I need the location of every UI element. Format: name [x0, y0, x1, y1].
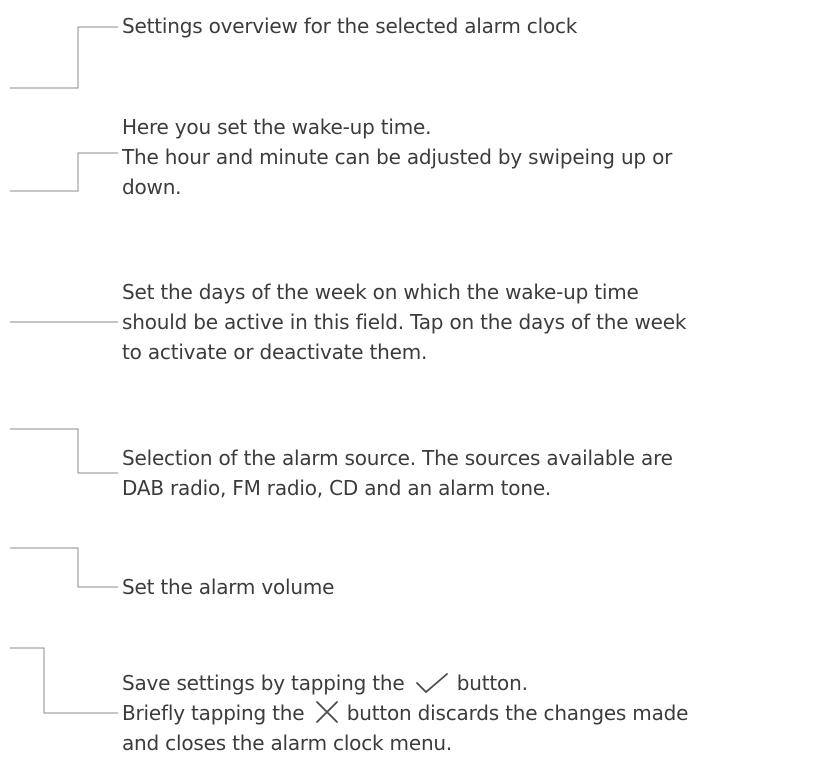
- leader-settings-overview: [10, 26, 118, 89]
- leader-alarm-source: [10, 428, 118, 474]
- note-line: Here you set the wake-up time.: [122, 115, 432, 139]
- note-line: should be active in this field. Tap on t…: [122, 310, 687, 334]
- note-line: down.: [122, 175, 182, 199]
- note-line: Settings overview for the selected alarm…: [122, 14, 578, 38]
- note-text: button.: [456, 671, 528, 695]
- note-line: to activate or deactivate them.: [122, 340, 428, 364]
- note-text: button discards the changes made: [346, 701, 689, 725]
- note-line: Set the days of the week on which the wa…: [122, 280, 639, 304]
- note-text: Briefly tapping the: [122, 701, 305, 725]
- leader-wake-up-time: [10, 152, 118, 192]
- note-text: Save settings by tapping the: [122, 671, 405, 695]
- note-line: Selection of the alarm source. The sourc…: [122, 446, 673, 470]
- note-wake-up-time: Here you set the wake-up time. The hour …: [122, 112, 812, 202]
- note-line: Save settings by tapping the button.: [122, 668, 812, 698]
- leader-alarm-volume: [10, 547, 118, 588]
- note-save-discard: Save settings by tapping the button. Bri…: [122, 668, 812, 758]
- note-line: The hour and minute can be adjusted by s…: [122, 145, 673, 169]
- note-line: Briefly tapping the button discards the …: [122, 698, 812, 728]
- note-days-of-week: Set the days of the week on which the wa…: [122, 277, 812, 367]
- note-alarm-source: Selection of the alarm source. The sourc…: [122, 443, 812, 503]
- leader-save-discard: [10, 647, 118, 714]
- note-line: DAB radio, FM radio, CD and an alarm ton…: [122, 476, 552, 500]
- note-settings-overview: Settings overview for the selected alarm…: [122, 11, 812, 41]
- checkmark-icon: [415, 672, 449, 694]
- note-alarm-volume: Set the alarm volume: [122, 572, 812, 602]
- close-icon: [315, 700, 339, 724]
- note-line: Set the alarm volume: [122, 575, 335, 599]
- alarm-settings-legend: { "notes": [ { "name": "settings-overvie…: [0, 0, 825, 755]
